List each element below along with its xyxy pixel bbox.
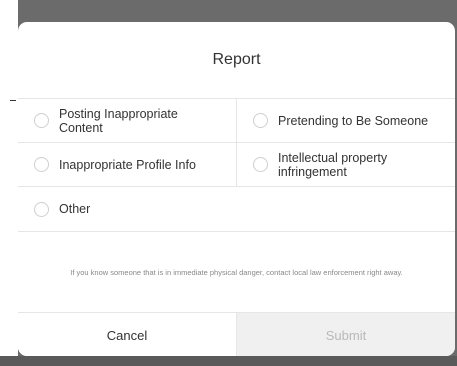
overlay-bottom bbox=[0, 356, 457, 366]
submit-button[interactable]: Submit bbox=[236, 313, 455, 356]
radio-button[interactable] bbox=[253, 113, 268, 128]
options-row: Posting Inappropriate Content Pretending… bbox=[18, 99, 455, 143]
background-page bbox=[0, 0, 18, 366]
options-row: Other bbox=[18, 187, 455, 231]
option-label: Pretending to Be Someone bbox=[278, 113, 429, 128]
option-label: Posting Inappropriate Content bbox=[59, 106, 178, 135]
option-inappropriate-profile-info[interactable]: Inappropriate Profile Info bbox=[18, 143, 236, 186]
option-label: Other bbox=[59, 202, 91, 216]
background-divider bbox=[10, 100, 16, 101]
safety-notice: If you know someone that is in immediate… bbox=[18, 232, 455, 312]
options-row: Inappropriate Profile Info Intellectual … bbox=[18, 143, 455, 187]
dialog-header: Report bbox=[18, 22, 455, 99]
option-label: Intellectual property infringement bbox=[278, 150, 388, 179]
dialog-title: Report bbox=[212, 51, 261, 68]
report-options: Posting Inappropriate Content Pretending… bbox=[18, 99, 455, 232]
safety-notice-text: If you know someone that is in immediate… bbox=[70, 267, 403, 277]
dialog-footer: Cancel Submit bbox=[18, 312, 455, 356]
option-pretending-to-be-someone[interactable]: Pretending to Be Someone bbox=[236, 99, 455, 142]
option-label: Inappropriate Profile Info bbox=[59, 157, 196, 172]
cancel-button[interactable]: Cancel bbox=[18, 313, 236, 356]
radio-button[interactable] bbox=[34, 113, 49, 128]
option-posting-inappropriate-content[interactable]: Posting Inappropriate Content bbox=[18, 99, 236, 142]
radio-button[interactable] bbox=[253, 157, 268, 172]
option-other[interactable]: Other bbox=[18, 187, 455, 231]
radio-button[interactable] bbox=[34, 157, 49, 172]
report-dialog: Report Posting Inappropriate Content Pre… bbox=[18, 22, 455, 356]
radio-button[interactable] bbox=[34, 201, 49, 217]
option-intellectual-property-infringement[interactable]: Intellectual property infringement bbox=[236, 143, 455, 186]
